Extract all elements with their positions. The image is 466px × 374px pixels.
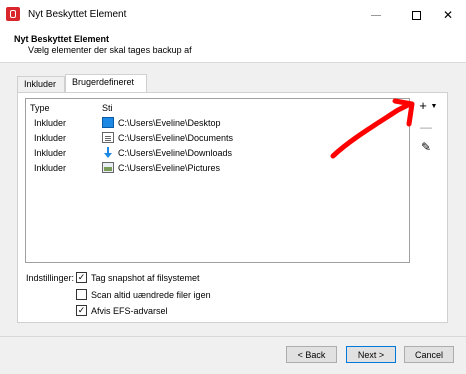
checkbox-snapshot[interactable]: ✓ — [76, 272, 87, 283]
header-title: Nyt Beskyttet Element — [14, 34, 110, 44]
option-label[interactable]: Tag snapshot af filsystemet — [91, 273, 200, 283]
minimize-button[interactable] — [358, 0, 394, 30]
row-type: Inkluder — [34, 118, 67, 128]
minimize-icon — [371, 14, 381, 16]
minus-icon: — — [420, 120, 432, 134]
header-subtitle: Vælg elementer der skal tages backup af — [28, 45, 192, 55]
column-header-path[interactable]: Sti — [102, 103, 113, 113]
list-row[interactable]: Inkluder C:\Users\Eveline\Pictures — [26, 161, 409, 176]
dialog-footer — [0, 336, 466, 374]
documents-folder-icon — [102, 132, 114, 143]
list-row[interactable]: Inkluder C:\Users\Eveline\Desktop — [26, 116, 409, 131]
checkbox-rescan[interactable] — [76, 289, 87, 300]
maximize-icon — [411, 10, 421, 20]
row-type: Inkluder — [34, 133, 67, 143]
plus-icon: + — [419, 97, 427, 113]
column-header-type[interactable]: Type — [30, 103, 50, 113]
dialog-window: Nyt Beskyttet Element ✕ Nyt Beskyttet El… — [0, 0, 466, 374]
app-icon — [6, 7, 20, 21]
path-list[interactable]: Type Sti Inkluder C:\Users\Eveline\Deskt… — [25, 98, 410, 263]
edit-button[interactable]: ✎ — [417, 139, 435, 155]
row-path: C:\Users\Eveline\Pictures — [118, 163, 221, 173]
row-path: C:\Users\Eveline\Documents — [118, 133, 234, 143]
window-title: Nyt Beskyttet Element — [28, 9, 127, 20]
add-dropdown-button[interactable]: ▼ — [429, 98, 439, 114]
row-type: Inkluder — [34, 163, 67, 173]
list-row[interactable]: Inkluder C:\Users\Eveline\Documents — [26, 131, 409, 146]
settings-label: Indstillinger: — [26, 273, 75, 283]
option-label[interactable]: Afvis EFS-advarsel — [91, 306, 168, 316]
pencil-icon: ✎ — [420, 140, 432, 154]
row-type: Inkluder — [34, 148, 67, 158]
checkbox-efs[interactable]: ✓ — [76, 305, 87, 316]
remove-button[interactable]: — — [417, 119, 435, 135]
row-path: C:\Users\Eveline\Desktop — [118, 118, 221, 128]
close-button[interactable]: ✕ — [430, 0, 466, 30]
tab-brugerdefineret[interactable]: Brugerdefineret — [65, 74, 147, 92]
option-label[interactable]: Scan altid uændrede filer igen — [91, 290, 211, 300]
close-icon: ✕ — [442, 8, 454, 22]
back-button[interactable]: < Back — [286, 346, 337, 363]
row-path: C:\Users\Eveline\Downloads — [118, 148, 233, 158]
pictures-folder-icon — [102, 162, 114, 173]
maximize-button[interactable] — [398, 0, 434, 30]
cancel-button[interactable]: Cancel — [404, 346, 454, 363]
chevron-down-icon: ▼ — [430, 102, 438, 110]
list-row[interactable]: Inkluder C:\Users\Eveline\Downloads — [26, 146, 409, 161]
title-bar: Nyt Beskyttet Element ✕ — [0, 0, 466, 30]
next-button[interactable]: Next > — [346, 346, 396, 363]
desktop-folder-icon — [102, 117, 114, 128]
downloads-folder-icon — [104, 147, 112, 158]
dialog-header: Nyt Beskyttet Element Vælg elementer der… — [0, 30, 466, 63]
tab-inkluder[interactable]: Inkluder — [17, 76, 65, 92]
